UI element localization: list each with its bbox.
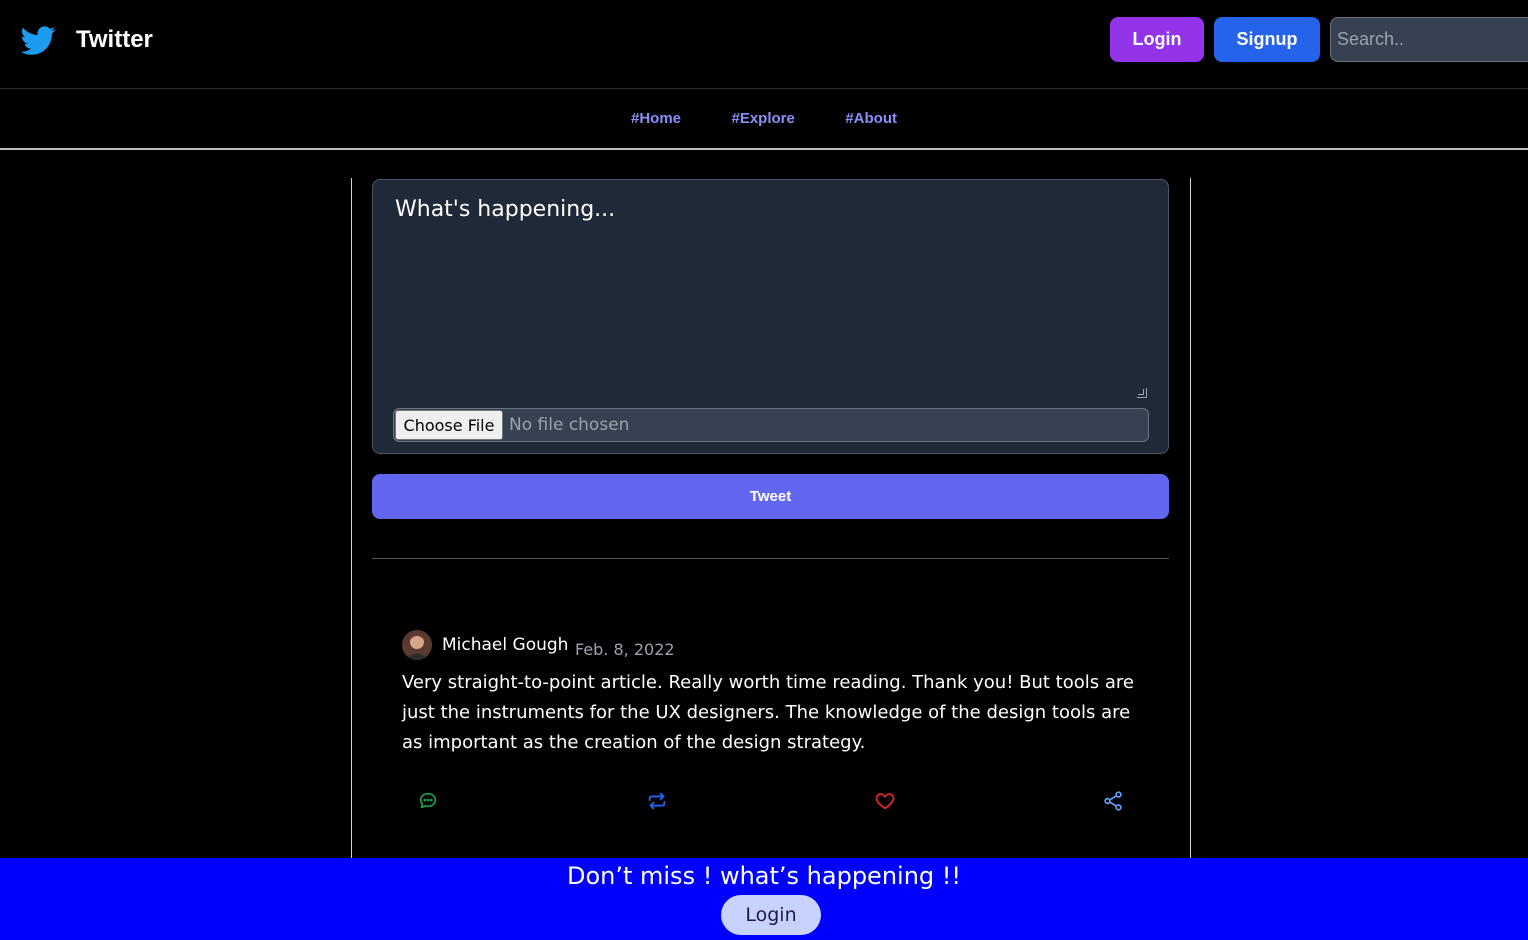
comment-icon[interactable]	[417, 790, 441, 814]
author-name[interactable]: Michael Gough	[442, 635, 568, 655]
twitter-bird-icon	[18, 23, 59, 58]
post-date: Feb. 8, 2022	[575, 640, 675, 659]
banner-login-button[interactable]: Login	[721, 895, 821, 935]
resize-handle-icon[interactable]	[1137, 388, 1147, 398]
choose-file-button[interactable]: Choose File	[395, 410, 503, 440]
brand[interactable]: Twitter	[18, 20, 153, 60]
nav-links: #Home #Explore #About	[0, 110, 1528, 128]
tweet-button[interactable]: Tweet	[372, 474, 1169, 519]
retweet-icon[interactable]	[646, 790, 670, 814]
nav-home-link[interactable]: #Home	[631, 110, 681, 127]
search-input[interactable]	[1330, 17, 1528, 62]
nav-explore-link[interactable]: #Explore	[731, 110, 794, 127]
post-body: Very straight-to-point article. Really w…	[402, 672, 1134, 753]
heart-icon[interactable]	[874, 790, 898, 814]
top-bar: Twitter Login Signup	[0, 0, 1528, 89]
share-icon[interactable]	[1102, 790, 1126, 814]
main-feed: Choose File No file chosen Tweet Michael…	[351, 178, 1191, 860]
post-header: Michael Gough Feb. 8, 2022	[402, 630, 802, 660]
avatar[interactable]	[402, 630, 432, 660]
app-name: Twitter	[76, 26, 153, 53]
nav-bar: #Home #Explore #About	[0, 89, 1528, 150]
tweet-composer: Choose File No file chosen	[372, 179, 1169, 454]
post-actions	[402, 790, 1142, 814]
file-status: No file chosen	[509, 415, 630, 435]
signup-banner: Don’t miss ! what’s happening !! Login	[0, 858, 1528, 940]
nav-about-link[interactable]: #About	[845, 110, 897, 127]
divider	[372, 558, 1169, 559]
tweet-textarea[interactable]	[393, 195, 1149, 401]
file-input[interactable]: Choose File No file chosen	[393, 408, 1149, 442]
banner-text: Don’t miss ! what’s happening !!	[566, 862, 962, 890]
login-button[interactable]: Login	[1110, 17, 1204, 62]
signup-button[interactable]: Signup	[1214, 17, 1320, 62]
